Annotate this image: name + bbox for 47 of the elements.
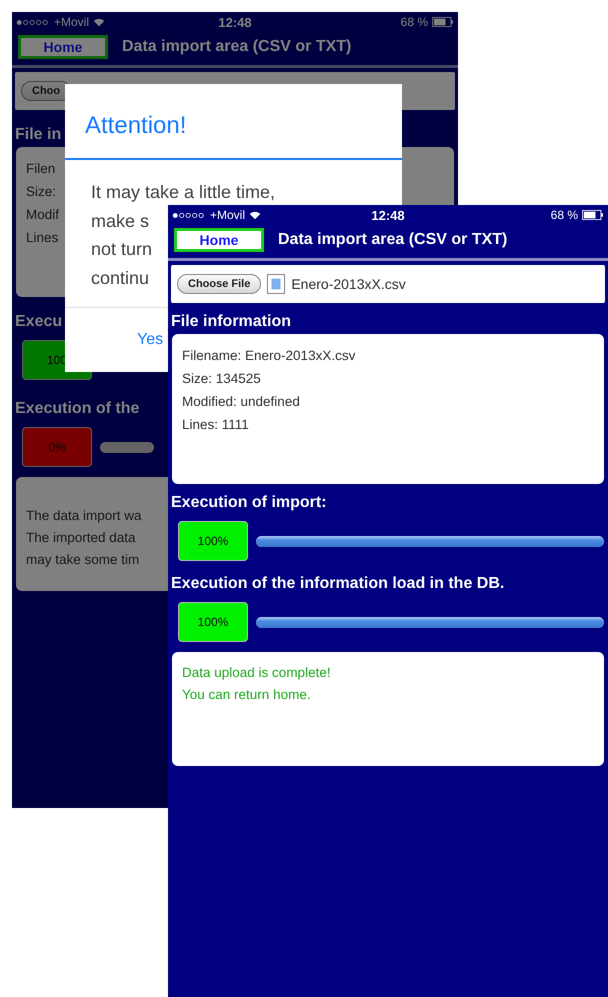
- yes-button[interactable]: Yes: [135, 327, 166, 353]
- file-info-text: Filen: [26, 160, 56, 178]
- file-info-text: Modif: [26, 206, 60, 224]
- section-heading: Execution of import:: [171, 494, 327, 512]
- message-text: You can return home.: [182, 686, 311, 704]
- dialog-message: not turn: [91, 238, 152, 261]
- battery-percent: 68 %: [550, 208, 578, 222]
- signal-icon: [16, 18, 50, 26]
- percent-badge: 100%: [178, 521, 248, 561]
- message-text: The imported data: [26, 529, 136, 547]
- file-info-text: Lines: [26, 229, 58, 247]
- section-heading: Execu: [15, 313, 62, 331]
- percent-badge: 0%: [22, 427, 92, 467]
- page-title: Data import area (CSV or TXT): [122, 38, 352, 56]
- battery-icon: [582, 210, 604, 220]
- wifi-icon: [249, 210, 262, 220]
- section-heading: Execution of the information load in the DB.: [171, 575, 504, 593]
- dialog-message: continu: [91, 266, 150, 290]
- battery-percent: 68 %: [400, 15, 428, 29]
- home-button[interactable]: Home: [174, 228, 264, 252]
- dialog-message: It may take a little time,: [91, 181, 276, 204]
- carrier-name: +Movil: [210, 208, 246, 222]
- clock-time: 12:48: [371, 208, 405, 222]
- carrier-name: +Movil: [54, 15, 90, 29]
- file-info-text: Size:: [26, 183, 56, 201]
- file-info-text: Lines: 1111: [182, 416, 249, 434]
- file-name: Enero-2013xX.csv: [291, 276, 406, 292]
- file-info-text: Filename: Enero-2013xX.csv: [182, 347, 356, 365]
- file-icon: [267, 274, 286, 294]
- section-heading: File information: [171, 313, 291, 331]
- message-text: may take some tim: [26, 551, 140, 569]
- message-text: Data upload is complete!: [182, 664, 331, 682]
- home-button[interactable]: Home: [18, 35, 108, 59]
- section-heading: File in: [15, 126, 62, 144]
- wifi-icon: [93, 18, 106, 26]
- choose-file-button[interactable]: Choose File: [177, 274, 262, 294]
- clock-time: 12:48: [218, 14, 252, 30]
- message-text: The data import wa: [26, 507, 142, 525]
- page-title: Data import area (CSV or TXT): [278, 231, 508, 249]
- percent-badge: 100%: [178, 602, 248, 642]
- dialog-message: make s: [91, 210, 150, 232]
- dialog-title: Attention!: [65, 84, 402, 160]
- battery-icon: [432, 17, 454, 27]
- file-info-text: Size: 134525: [182, 370, 261, 388]
- file-info-text: Modified: undefined: [182, 393, 300, 411]
- signal-icon: [172, 212, 206, 218]
- section-heading: Execution of the: [15, 400, 140, 418]
